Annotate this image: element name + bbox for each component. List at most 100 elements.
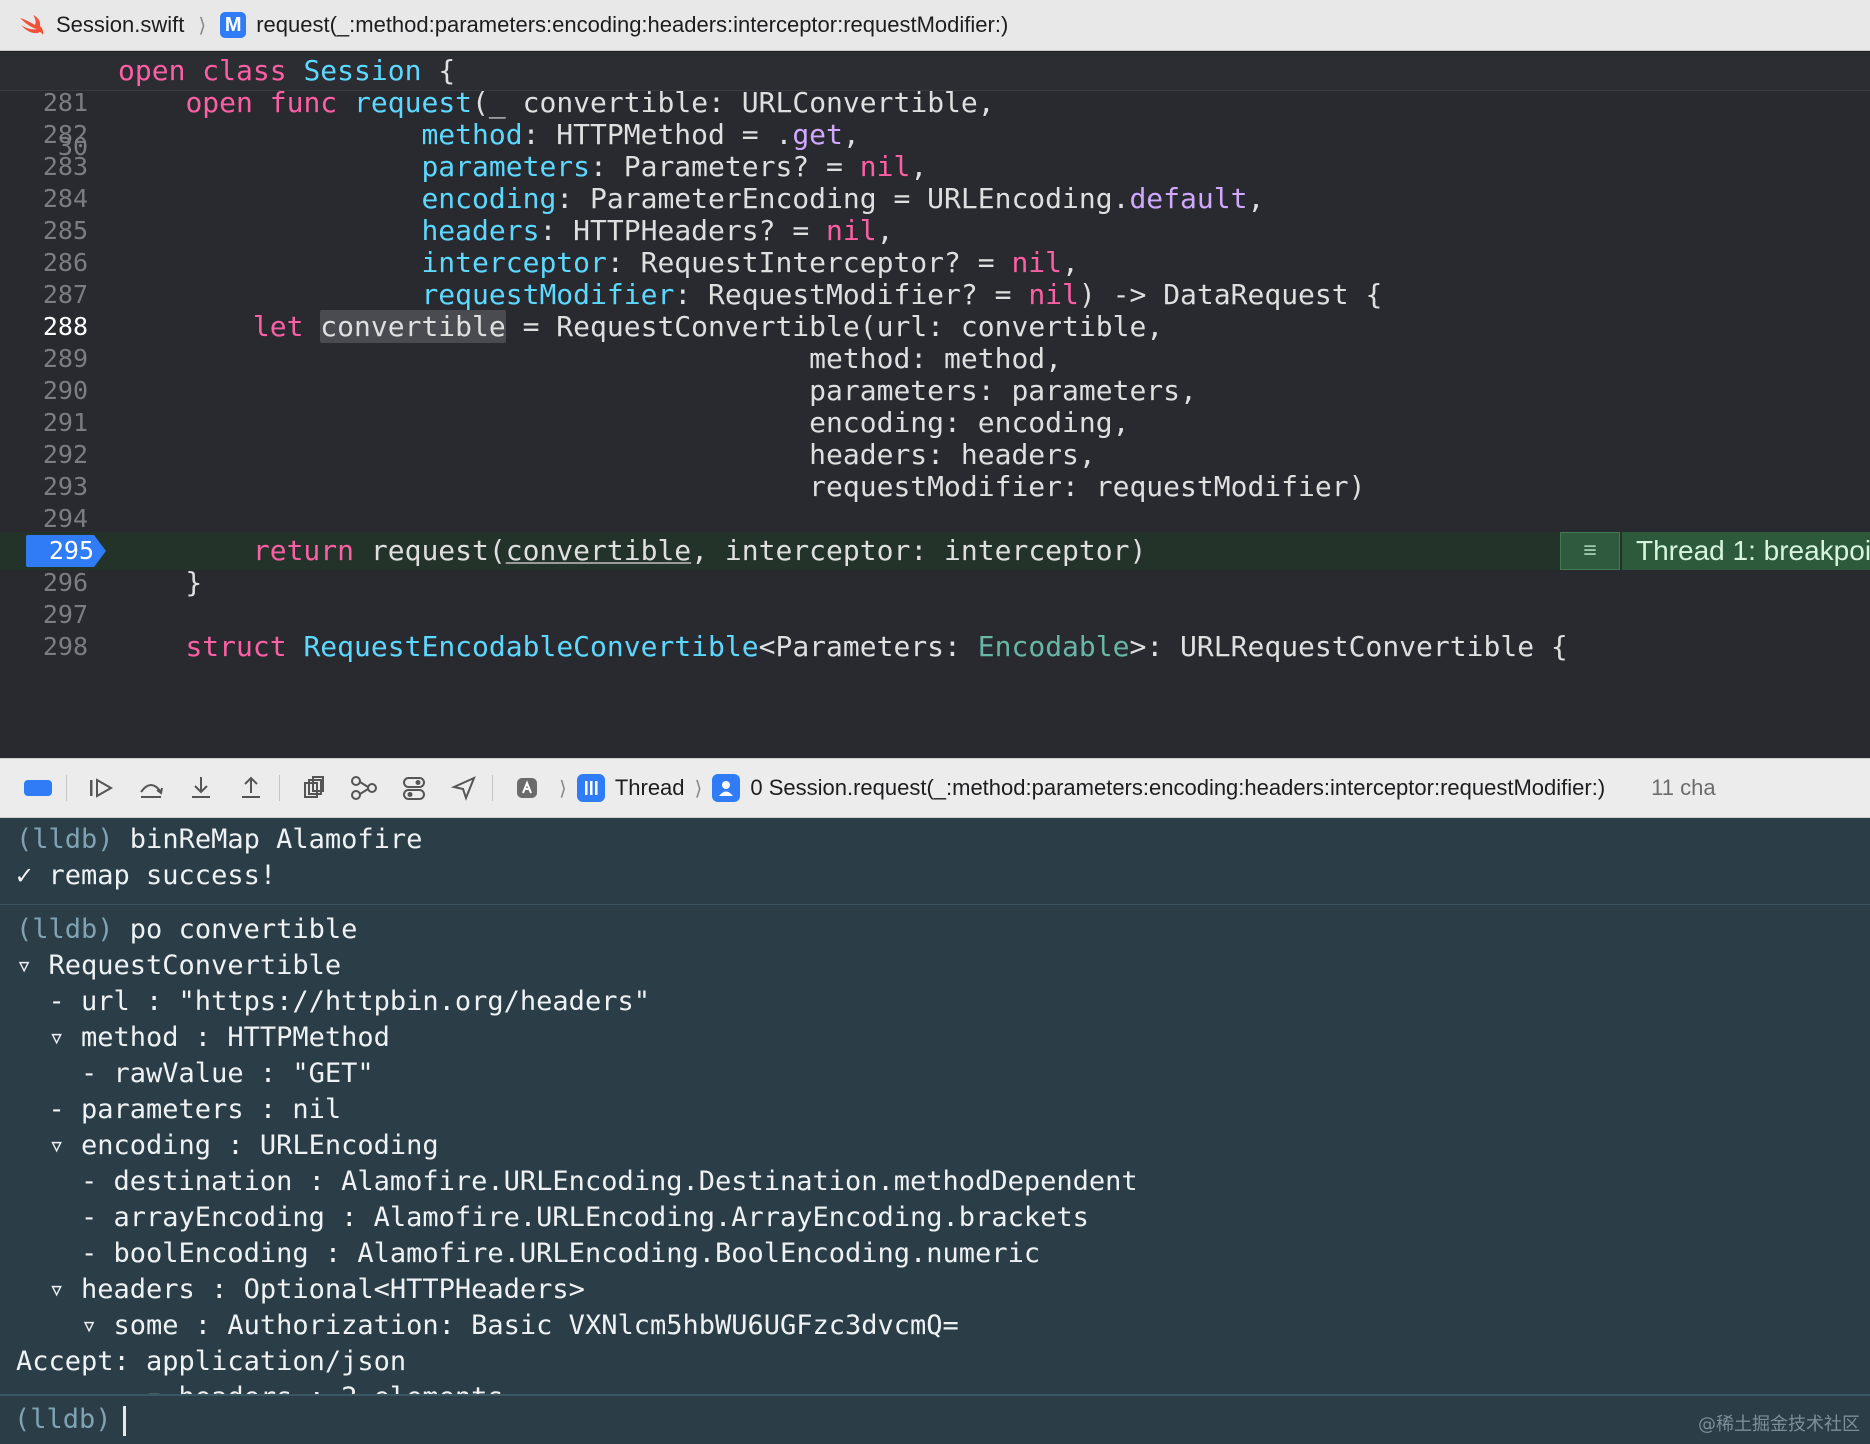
step-out-button[interactable] [229,768,273,808]
console-text: ▿ headers : Optional<HTTPHeaders> [16,1274,585,1305]
code-token-fn: Encodable [977,630,1130,663]
console-text: - arrayEncoding : Alamofire.URLEncoding.… [16,1202,1089,1233]
lldb-prompt: (lldb) [14,1404,112,1435]
thread-crumb[interactable]: Thread [615,775,685,801]
code-text: = RequestConvertible(url: convertible, [505,310,1164,343]
step-over-button[interactable] [129,768,173,808]
console-output-line: ▿ headers : Optional<HTTPHeaders> [16,1272,585,1308]
console-output-line: - boolEncoding : Alamofire.URLEncoding.B… [16,1236,1040,1272]
console-text: - boolEncoding : Alamofire.URLEncoding.B… [16,1238,1041,1269]
code-text: parameters: parameters, [118,374,1197,407]
code-text: , [876,214,894,247]
console-text: - destination : Alamofire.URLEncoding.De… [16,1166,1138,1197]
code-text: : HTTPHeaders? = [539,214,827,247]
console-text: ▿ RequestConvertible [16,950,342,981]
code-text: (_ convertible: URLConvertible, [472,86,995,119]
user-frame-icon [712,774,741,802]
jump-bar: Session.swift ⟩ M request(_:method:param… [0,0,1870,51]
code-text: , [910,150,928,183]
code-text: { [421,54,456,87]
environment-overrides-icon[interactable] [392,768,436,808]
chevron-right-icon: ⟩ [559,777,567,800]
text-cursor [123,1406,126,1436]
code-token-lbl: headers [421,214,540,247]
console-output-line: ▿ some : Authorization: Basic VXNlcm5hbW… [16,1308,959,1344]
line-number: 295 [48,536,94,565]
code-text: : ParameterEncoding = URLEncoding. [556,182,1130,215]
code-text: , [842,118,860,151]
stack-frame-crumb[interactable]: 0 Session.request(_:method:parameters:en… [750,775,1605,801]
console-output-line: Accept: application/json [16,1344,406,1380]
code-token-kw: let [252,310,304,343]
simulate-location-icon[interactable] [442,768,486,808]
debug-bar: ⟩ Thread ⟩ 0 Session.request(_:method:pa… [0,758,1870,818]
watermark: @稀土掘金技术社区 [1698,1414,1860,1435]
console-output-line: - url : "https://httpbin.org/headers" [16,984,650,1020]
code-text: method: method, [118,342,1063,375]
code-token-kw: func [269,86,338,119]
console-text: po convertible [113,914,358,945]
console-output-line: ▿ method : HTTPMethod [16,1020,390,1056]
match-count-label: 11 cha [1651,775,1716,800]
code-token-clsname: Session [303,54,422,87]
console-text: ✓ remap success! [16,860,277,891]
thread-icon [576,774,605,802]
console-text: Accept: application/json [16,1346,407,1377]
breakpoint-marker[interactable]: 295 [26,535,108,567]
code-token-kw: return [252,534,355,567]
code-token-lbl: encoding [421,182,557,215]
console-output-line: - rawValue : "GET" [16,1056,374,1092]
swift-file-icon [18,12,48,38]
code-text: struct RequestEncodableConvertible<Param… [118,628,1567,666]
code-text: headers: headers, [118,438,1096,471]
console-output-line: - arrayEncoding : Alamofire.URLEncoding.… [16,1200,1089,1236]
lldb-prompt: (lldb) [16,914,114,945]
console-text: ▿ some : Authorization: Basic VXNlcm5hbW… [16,1310,959,1341]
memory-graph-icon[interactable] [342,768,386,808]
console-text: binReMap Alamofire [113,824,423,855]
console-output-line: ▿ headers : 2 elements [16,1380,504,1394]
breadcrumb-method[interactable]: request(_:method:parameters:encoding:hea… [256,12,1008,38]
console-command-line: (lldb) binReMap Alamofire [16,822,422,858]
code-token-lbl: RequestEncodableConvertible [303,630,759,663]
console-text: ▿ headers : 2 elements [16,1382,504,1394]
code-line[interactable]: 298 struct RequestEncodableConvertible<P… [0,628,1870,666]
code-token-kw: open [118,54,186,87]
console-output-line: ✓ remap success! [16,858,276,894]
code-token-lbl: requestModifier [421,278,675,311]
console-output-line: ▿ encoding : URLEncoding [16,1128,439,1164]
code-text: encoding: encoding, [118,406,1130,439]
console-text: - parameters : nil [16,1094,342,1125]
code-token-lbl: parameters [421,150,591,183]
breadcrumb-file[interactable]: Session.swift [56,12,184,38]
code-token-nil: nil [1011,246,1063,279]
lldb-console[interactable]: (lldb) binReMap Alamofire ✓ remap success… [0,818,1870,1394]
source-editor[interactable]: 30 open class Session { 281 open func re… [0,52,1870,758]
view-hierarchy-icon[interactable] [292,768,336,808]
code-text: <Parameters: [758,630,978,663]
code-text: , interceptor: interceptor) [691,534,1147,567]
console-text: - rawValue : "GET" [16,1058,374,1089]
code-text: : Parameters? = [590,150,860,183]
chevron-right-icon: ⟩ [198,14,207,37]
gutter[interactable]: 298 [0,628,108,666]
line-number: 298 [42,632,88,661]
continue-button[interactable] [79,768,123,808]
code-token-hl: convertible [320,310,506,343]
toggle-debug-area-button[interactable] [16,768,60,808]
code-token-nil: nil [859,150,911,183]
code-text: } [118,566,203,599]
code-token-nil: nil [1028,278,1079,311]
console-input[interactable]: (lldb) @稀土掘金技术社区 [0,1394,1870,1444]
code-token-nil: nil [826,214,877,247]
step-into-button[interactable] [179,768,223,808]
console-text: ▿ encoding : URLEncoding [16,1130,439,1161]
code-token-ul: convertible [505,534,692,567]
app-icon [505,768,549,808]
